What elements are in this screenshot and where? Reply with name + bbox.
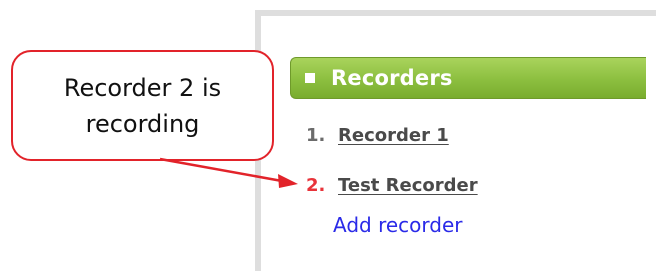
recorder-item-2: 2. Test Recorder bbox=[306, 160, 478, 210]
add-recorder-link[interactable]: Add recorder bbox=[333, 213, 463, 237]
screenshot-stage: Recorders 1. Recorder 1 2. Test Recorder… bbox=[0, 0, 656, 271]
square-bullet-icon bbox=[305, 73, 315, 83]
recorder-link-2[interactable]: Test Recorder bbox=[338, 175, 478, 196]
recorders-title: Recorders bbox=[331, 66, 453, 90]
callout-bubble: Recorder 2 is recording bbox=[11, 50, 274, 161]
recorder-item-1: 1. Recorder 1 bbox=[306, 110, 478, 160]
recorder-link-1[interactable]: Recorder 1 bbox=[338, 125, 449, 146]
recorders-header: Recorders bbox=[290, 57, 646, 99]
callout-text: Recorder 2 is recording bbox=[63, 73, 222, 138]
recorder-number-active: 2. bbox=[306, 174, 326, 196]
recorder-list: 1. Recorder 1 2. Test Recorder bbox=[306, 110, 478, 210]
recorder-number: 1. bbox=[306, 124, 326, 146]
